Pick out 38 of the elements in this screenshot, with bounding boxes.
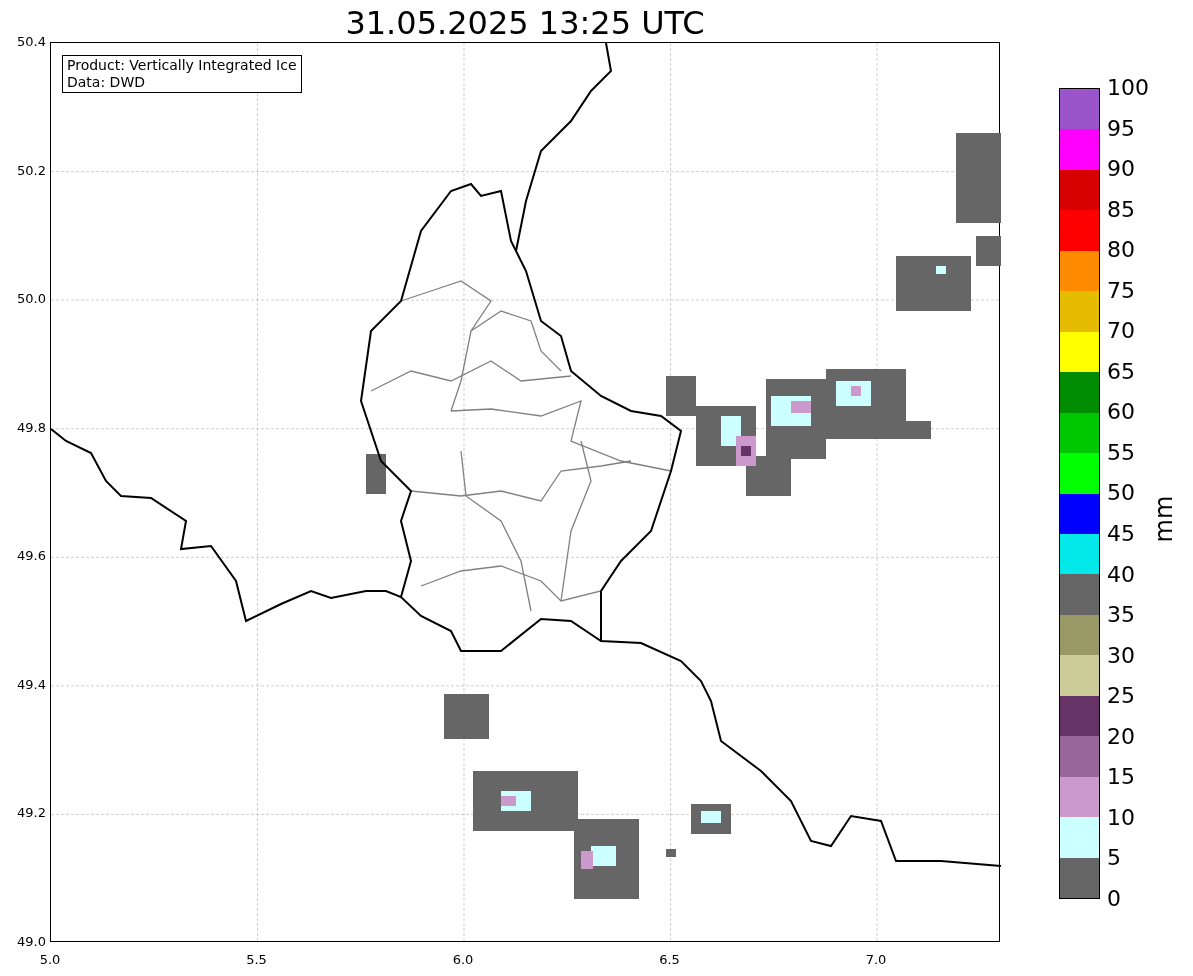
colorbar-tick-label: 30 bbox=[1107, 644, 1136, 667]
colorbar-tick-label: 35 bbox=[1107, 604, 1136, 627]
colorbar-tick-label: 65 bbox=[1107, 360, 1136, 383]
colorbar-tick-label: 70 bbox=[1107, 320, 1136, 343]
colorbar-tick-label: 45 bbox=[1107, 523, 1136, 545]
colorbar-tick-label: 25 bbox=[1107, 685, 1136, 708]
x-tick-label: 7.0 bbox=[864, 952, 888, 968]
colorbar-tick-label: 0 bbox=[1107, 887, 1122, 910]
info-text: Product: Vertically Integrated Ice bbox=[67, 57, 297, 74]
colorbar-tick-label: 50 bbox=[1107, 482, 1136, 505]
colorbar-tick-label: 60 bbox=[1107, 401, 1136, 424]
colorbar-tick-label: 10 bbox=[1107, 806, 1136, 829]
colorbar-tick-label: 90 bbox=[1107, 158, 1136, 181]
colorbar-unit-label: mm bbox=[1149, 495, 1179, 543]
colorbar-tick-label: 100 bbox=[1107, 77, 1149, 99]
y-tick-label: 49.8 bbox=[17, 419, 46, 436]
colorbar-tick-label: 85 bbox=[1107, 198, 1136, 221]
y-tick-label: 49.2 bbox=[17, 805, 46, 822]
y-tick-label: 49.6 bbox=[17, 548, 46, 565]
colorbar-tick-label: 15 bbox=[1107, 766, 1136, 789]
colorbar-tick-label: 95 bbox=[1107, 117, 1136, 140]
x-tick-label: 6.0 bbox=[451, 952, 475, 968]
x-tick-label: 6.5 bbox=[658, 952, 681, 968]
y-tick-label: 49.4 bbox=[17, 676, 46, 693]
colorbar-tick-label: 20 bbox=[1107, 725, 1136, 748]
colorbar-tick-label: 80 bbox=[1107, 239, 1136, 262]
x-tick-label: 5.5 bbox=[245, 952, 268, 968]
colorbar-tick-label: 40 bbox=[1107, 563, 1136, 586]
x-tick-label: 5.0 bbox=[38, 952, 62, 968]
info-text: Data: DWD bbox=[67, 74, 146, 91]
colorbar-tick-label: 75 bbox=[1107, 279, 1136, 302]
chart-title: 31.05.2025 13:25 UTC bbox=[345, 4, 705, 42]
colorbar-tick-label: 5 bbox=[1107, 847, 1122, 870]
y-tick-label: 50.0 bbox=[17, 291, 46, 308]
y-tick-label: 49.0 bbox=[17, 933, 46, 950]
y-tick-label: 50.2 bbox=[17, 162, 46, 179]
colorbar-tick-label: 55 bbox=[1107, 441, 1136, 464]
y-tick-label: 50.4 bbox=[17, 34, 46, 50]
